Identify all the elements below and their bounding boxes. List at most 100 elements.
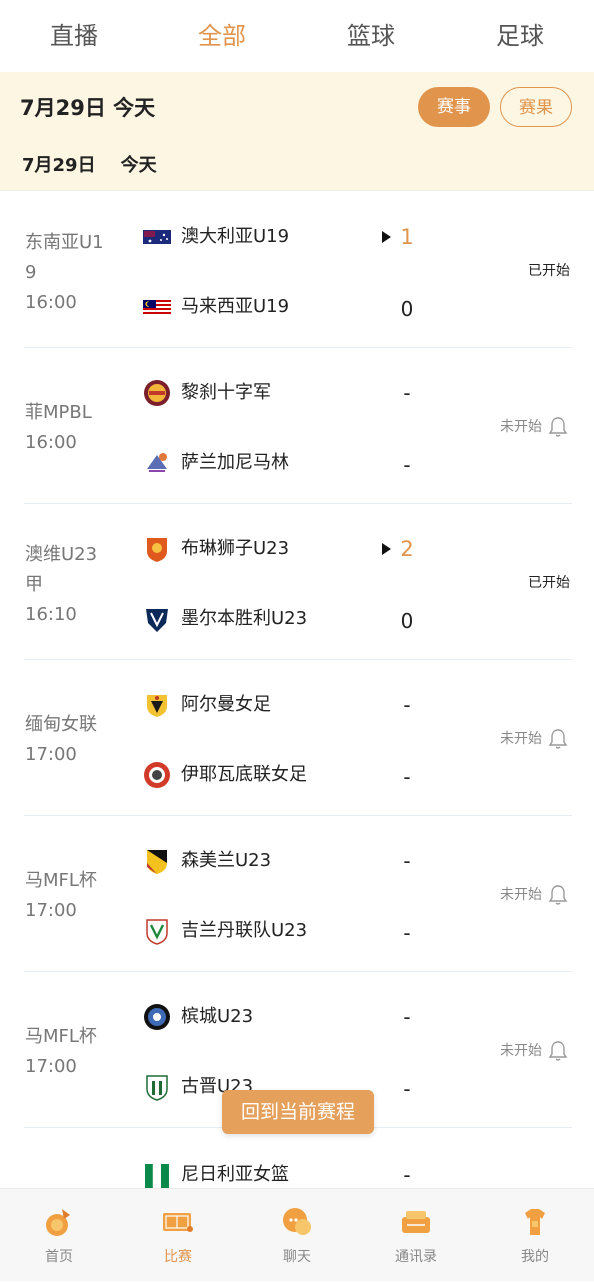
match-time: 17:00: [25, 744, 77, 765]
match-row[interactable]: 菲MPBL 16:00 黎刹十字军 - 未开始 萨兰加尼马林 -: [0, 348, 594, 504]
nav-label: 通讯录: [395, 1249, 437, 1265]
bell-icon[interactable]: [548, 1040, 568, 1062]
match-row[interactable]: 缅甸女联 17:00 阿尔曼女足 - 未开始 伊耶瓦底联女足 -: [0, 660, 594, 816]
home-score: -: [403, 381, 411, 405]
team-name: 黎刹十字军: [181, 382, 271, 403]
team-name: 森美兰U23: [181, 850, 272, 871]
match-time: 16:00: [25, 292, 77, 313]
match-status: 已开始: [528, 263, 570, 279]
events-button[interactable]: 赛事: [418, 87, 490, 127]
team-logo-icon: [147, 850, 167, 874]
profile-icon: [525, 1209, 545, 1235]
team-name: 布琳狮子U23: [181, 538, 290, 559]
top-tab-bar: 直播 全部 篮球 足球: [0, 0, 594, 72]
australia-flag-icon: [143, 230, 171, 244]
home-score: -: [403, 1163, 411, 1187]
match-status: 已开始: [528, 575, 570, 591]
team-name: 吉兰丹联队U23: [181, 920, 308, 941]
league-name: 马MFL杯 17:00: [25, 1022, 115, 1082]
match-row[interactable]: 东南亚U1 9 16:00 澳大利亚U19 1 已开始 马来西亚U19 0: [0, 192, 594, 348]
team-logo-icon: [146, 1075, 168, 1101]
team-logo-icon: [147, 538, 167, 562]
bottom-nav: 首页 比赛 聊天 通讯录 我的: [0, 1188, 594, 1281]
match-time: 17:00: [25, 1056, 77, 1077]
malaysia-flag-icon: [143, 300, 171, 314]
away-score: 0: [400, 609, 414, 633]
date-title: 7月29日 今天: [20, 96, 156, 120]
match-status: 未开始: [500, 887, 542, 903]
bell-icon[interactable]: [548, 884, 568, 906]
live-play-icon: [382, 231, 391, 243]
nav-label: 首页: [45, 1249, 73, 1265]
match-status: 未开始: [500, 731, 542, 747]
tab-football[interactable]: 足球: [446, 0, 594, 72]
team-name: 阿尔曼女足: [181, 694, 271, 715]
live-play-icon: [382, 543, 391, 555]
league-line: 菲MPBL: [25, 402, 92, 423]
home-score: 2: [400, 537, 414, 561]
nav-contacts[interactable]: 通讯录: [357, 1189, 475, 1281]
date-bar: 7月29日 今天 赛事 赛果: [0, 72, 594, 144]
team-name: 萨兰加尼马林: [181, 452, 289, 473]
team-logo-icon: [144, 380, 170, 406]
league-line: 东南亚U1: [25, 232, 104, 253]
nav-home[interactable]: 首页: [0, 1189, 118, 1281]
away-score: -: [403, 921, 411, 945]
back-to-current-button[interactable]: 回到当前赛程: [222, 1090, 374, 1134]
match-status: 未开始: [500, 419, 542, 435]
team-name: 尼日利亚女篮: [181, 1164, 289, 1185]
team-name: 墨尔本胜利U23: [181, 608, 308, 629]
bell-icon[interactable]: [548, 416, 568, 438]
league-line: 缅甸女联: [25, 714, 97, 735]
team-logo-icon: [147, 453, 167, 472]
home-score: -: [403, 1005, 411, 1029]
tab-live[interactable]: 直播: [0, 0, 148, 72]
nav-label: 比赛: [164, 1249, 192, 1265]
team-name: 槟城U23: [181, 1006, 254, 1027]
league-name: 澳维U23 甲 16:10: [25, 540, 115, 630]
team-logo-icon: [146, 919, 168, 945]
league-line: 9: [25, 262, 37, 283]
tab-all[interactable]: 全部: [148, 0, 296, 72]
bell-icon[interactable]: [548, 728, 568, 750]
nav-chat[interactable]: 聊天: [238, 1189, 356, 1281]
match-status: 未开始: [500, 1043, 542, 1059]
nav-match[interactable]: 比赛: [119, 1189, 237, 1281]
league-name: 东南亚U1 9 16:00: [25, 228, 115, 318]
team-name: 澳大利亚U19: [181, 226, 290, 247]
section-date-header: 7月29日 今天: [0, 144, 594, 191]
nav-label: 聊天: [283, 1249, 311, 1265]
league-line: 马MFL杯: [25, 870, 97, 891]
nav-label: 我的: [521, 1249, 549, 1265]
match-time: 16:00: [25, 432, 77, 453]
nav-profile[interactable]: 我的: [476, 1189, 594, 1281]
league-name: 菲MPBL 16:00: [25, 398, 115, 458]
match-icon: [163, 1213, 193, 1232]
team-name: 伊耶瓦底联女足: [181, 764, 307, 785]
home-score: -: [403, 693, 411, 717]
team-logo-icon: [146, 609, 168, 632]
league-line: 甲: [25, 574, 43, 595]
results-button[interactable]: 赛果: [500, 87, 572, 127]
match-row[interactable]: 澳维U23 甲 16:10 布琳狮子U23 2 已开始 墨尔本胜利U23 0: [0, 504, 594, 660]
team-logo-icon: [144, 762, 170, 788]
tab-basketball[interactable]: 篮球: [297, 0, 445, 72]
home-score: 1: [400, 225, 414, 249]
chat-icon: [283, 1208, 311, 1235]
league-name: 马MFL杯 17:00: [25, 866, 115, 926]
away-score: -: [403, 1077, 411, 1101]
match-time: 17:00: [25, 900, 77, 921]
away-score: -: [403, 453, 411, 477]
match-row[interactable]: 马MFL杯 17:00 森美兰U23 - 未开始 吉兰丹联队U23 -: [0, 816, 594, 972]
match-time: 16:10: [25, 604, 77, 625]
away-score: -: [403, 765, 411, 789]
league-name: 缅甸女联 17:00: [25, 710, 115, 770]
team-name: 马来西亚U19: [181, 296, 290, 317]
league-line: 澳维U23: [25, 544, 98, 565]
contacts-icon: [402, 1211, 430, 1233]
home-score: -: [403, 849, 411, 873]
league-line: 马MFL杯: [25, 1026, 97, 1047]
section-date-label: 7月29日 今天: [22, 155, 157, 176]
team-logo-icon: [144, 1004, 170, 1030]
nigeria-flag-icon: [145, 1163, 169, 1189]
